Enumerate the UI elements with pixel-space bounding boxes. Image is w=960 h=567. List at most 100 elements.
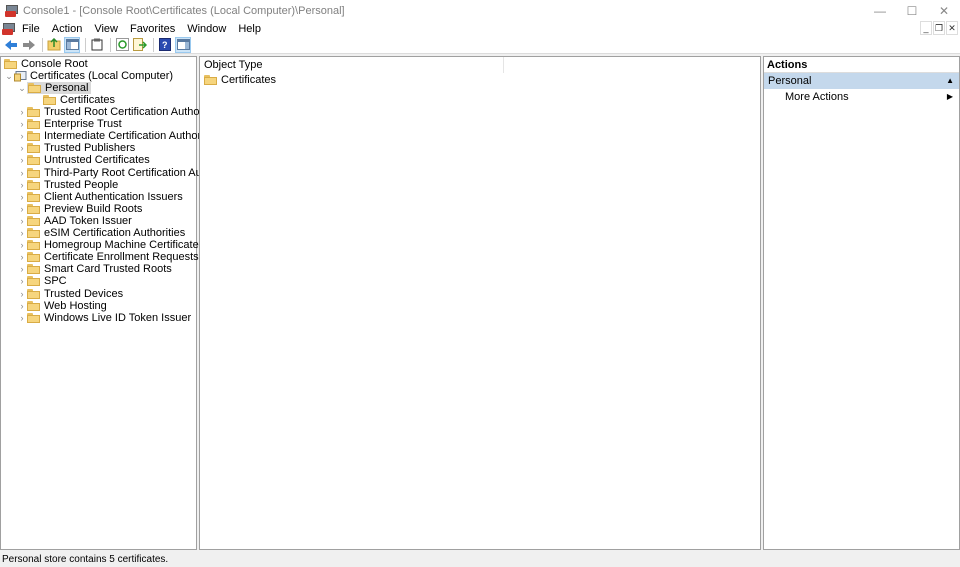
folder-icon <box>27 264 40 275</box>
chevron-down-icon[interactable]: ⌄ <box>17 82 27 94</box>
show-hide-action-pane-icon[interactable] <box>175 36 191 53</box>
chevron-right-icon[interactable]: › <box>17 118 27 130</box>
tree-item-personal[interactable]: ⌄ Personal <box>17 82 92 94</box>
tree-item[interactable]: › Trusted Root Certification Authorities <box>17 106 223 118</box>
chevron-right-icon[interactable]: › <box>17 300 27 312</box>
column-header-object-type[interactable]: Object Type <box>200 57 504 73</box>
minimize-button[interactable]: — <box>864 0 896 21</box>
tree-item-label: Console Root <box>21 58 88 70</box>
chevron-right-icon[interactable]: › <box>17 215 27 227</box>
chevron-right-icon[interactable]: › <box>17 239 27 251</box>
properties-icon[interactable] <box>89 37 105 53</box>
mdi-restore-button[interactable]: ❐ <box>933 21 945 35</box>
chevron-right-icon[interactable]: › <box>17 227 27 239</box>
tree-item-label: Trusted Publishers <box>44 142 136 155</box>
actions-pane: Actions Personal ▲ More Actions ▶ <box>763 56 960 550</box>
tree-item-personal-certificates[interactable]: Certificates <box>43 94 115 106</box>
forward-icon[interactable] <box>21 37 37 53</box>
window-title: Console1 - [Console Root\Certificates (L… <box>23 4 345 17</box>
actions-header: Actions <box>764 57 959 73</box>
chevron-right-icon[interactable]: › <box>17 106 27 118</box>
chevron-right-icon[interactable]: › <box>17 275 27 287</box>
tree-item[interactable]: › Intermediate Certification Authorities <box>17 130 221 142</box>
chevron-right-icon[interactable]: › <box>17 191 27 203</box>
folder-icon <box>27 191 40 202</box>
tree-item-label: Certificates <box>60 94 116 106</box>
results-pane[interactable]: Object Type Certificates <box>199 56 761 550</box>
folder-icon <box>27 252 40 263</box>
tree-item[interactable]: › AAD Token Issuer <box>17 215 132 227</box>
menu-window[interactable]: Window <box>181 23 232 35</box>
tree-item-label: Enterprise Trust <box>44 118 122 131</box>
mdi-minimize-button[interactable]: _ <box>920 21 932 35</box>
list-item-label: Certificates <box>221 74 277 86</box>
folder-icon <box>27 107 40 117</box>
tree-item-label: eSIM Certification Authorities <box>44 227 186 239</box>
refresh-icon[interactable] <box>114 37 130 53</box>
submenu-arrow-icon: ▶ <box>946 92 953 101</box>
folder-icon <box>27 203 40 214</box>
tree-item[interactable]: › Homegroup Machine Certificates <box>17 239 205 251</box>
show-hide-console-tree-icon[interactable] <box>64 36 80 53</box>
maximize-button[interactable]: ☐ <box>896 0 928 21</box>
tree-item[interactable]: › Smart Card Trusted Roots <box>17 263 172 275</box>
toolbar: ? <box>0 36 960 54</box>
tree-item[interactable]: › Untrusted Certificates <box>17 154 150 166</box>
tree-item-certificates-local-computer[interactable]: ⌄ Certificates (Local Computer) <box>4 70 173 82</box>
selected-node[interactable]: Personal <box>27 82 92 94</box>
console-window-icon[interactable] <box>2 22 16 36</box>
tree-item[interactable]: › Certificate Enrollment Requests <box>17 251 199 263</box>
console-tree-pane[interactable]: Console Root ⌄ Certificates (Local Compu… <box>0 56 240 550</box>
menu-favorites[interactable]: Favorites <box>124 23 181 35</box>
tree-item[interactable]: › Trusted People <box>17 179 119 191</box>
export-list-icon[interactable] <box>132 37 148 53</box>
chevron-right-icon[interactable]: › <box>17 263 27 275</box>
chevron-right-icon[interactable]: › <box>17 203 27 215</box>
actions-section-personal[interactable]: Personal ▲ <box>764 73 959 89</box>
chevron-right-icon[interactable]: › <box>17 130 27 142</box>
tree-item[interactable]: › Preview Build Roots <box>17 203 143 215</box>
menu-help[interactable]: Help <box>232 23 267 35</box>
tree-item[interactable]: › SPC <box>17 275 67 287</box>
folder-icon <box>27 167 40 178</box>
menu-file[interactable]: File <box>16 23 46 35</box>
chevron-right-icon[interactable]: › <box>17 179 27 191</box>
tree-item[interactable]: › Trusted Devices <box>17 288 124 300</box>
folder-icon <box>27 143 40 154</box>
up-folder-icon[interactable] <box>46 37 62 53</box>
tree-item[interactable]: › eSIM Certification Authorities <box>17 227 186 239</box>
tree-item[interactable]: › Web Hosting <box>17 300 107 312</box>
help-icon[interactable]: ? <box>157 37 173 53</box>
tree-item[interactable]: › Windows Live ID Token Issuer <box>17 312 192 324</box>
tree-item-label: Trusted Root Certification Authorities <box>44 106 223 118</box>
status-bar: Personal store contains 5 certificates. <box>0 552 960 567</box>
more-actions-label: More Actions <box>785 91 849 103</box>
list-item[interactable]: Certificates <box>204 74 276 86</box>
mmc-app-icon[interactable] <box>5 4 19 18</box>
tree-item[interactable]: › Enterprise Trust <box>17 118 122 130</box>
menu-action[interactable]: Action <box>46 23 89 35</box>
chevron-right-icon[interactable]: › <box>17 288 27 300</box>
more-actions-item[interactable]: More Actions ▶ <box>764 89 959 105</box>
tree-item-label: Smart Card Trusted Roots <box>44 263 172 276</box>
collapse-up-icon[interactable]: ▲ <box>946 73 954 89</box>
chevron-right-icon[interactable]: › <box>17 251 27 263</box>
chevron-right-icon[interactable]: › <box>17 167 27 179</box>
chevron-right-icon[interactable]: › <box>17 154 27 166</box>
tree-item-label: Intermediate Certification Authorities <box>44 130 221 143</box>
close-button[interactable]: ✕ <box>928 0 960 21</box>
tree-item-label: Web Hosting <box>44 299 107 312</box>
mdi-close-button[interactable]: ✕ <box>946 21 958 35</box>
toolbar-separator <box>153 37 154 52</box>
back-icon[interactable] <box>3 37 19 53</box>
chevron-down-icon[interactable]: ⌄ <box>4 70 14 82</box>
tree-item-console-root[interactable]: Console Root <box>4 58 88 70</box>
menu-view[interactable]: View <box>88 23 124 35</box>
tree-item[interactable]: › Client Authentication Issuers <box>17 191 183 203</box>
folder-icon <box>27 119 40 130</box>
folder-icon <box>27 276 40 287</box>
chevron-right-icon[interactable]: › <box>17 142 27 154</box>
chevron-right-icon[interactable]: › <box>17 312 27 324</box>
title-bar: Console1 - [Console Root\Certificates (L… <box>0 0 960 21</box>
tree-item[interactable]: › Trusted Publishers <box>17 142 136 155</box>
